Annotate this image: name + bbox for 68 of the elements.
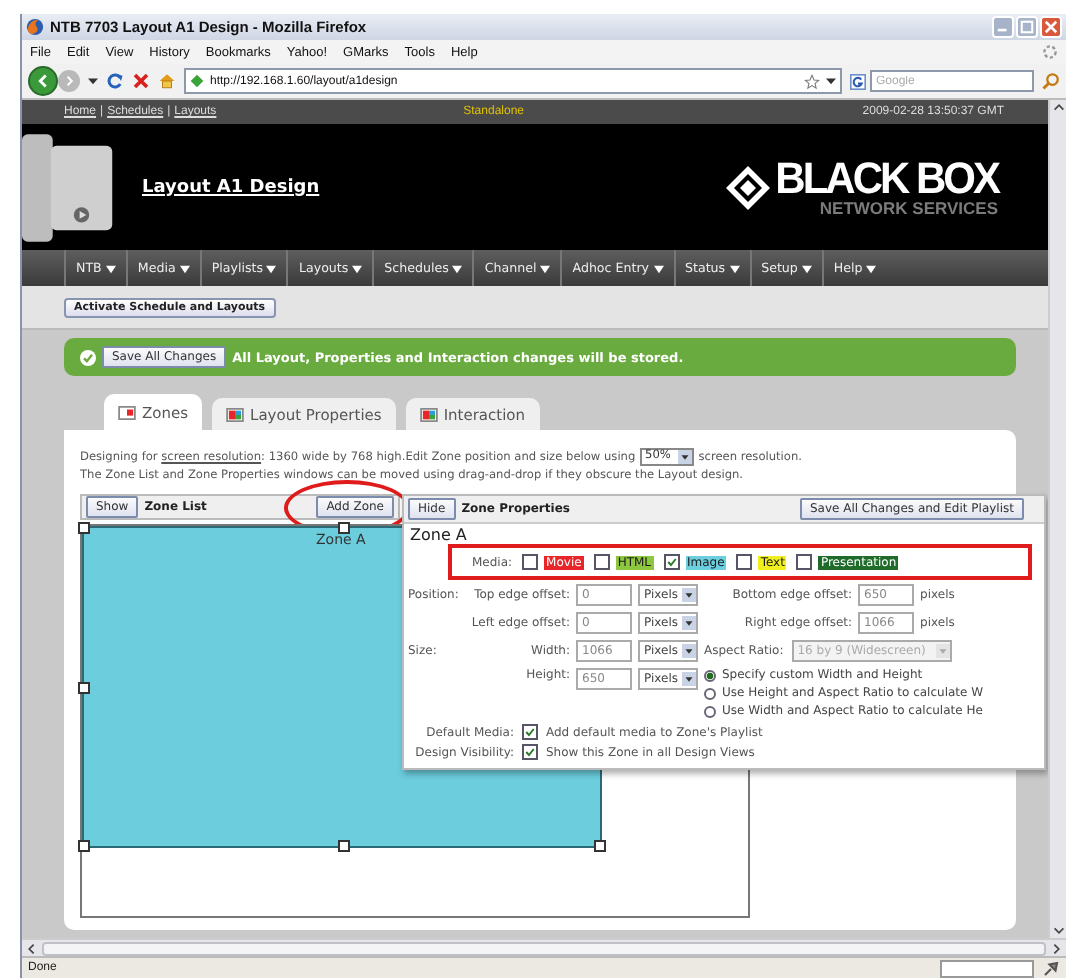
zone-name: Zone A bbox=[408, 524, 469, 545]
caret-icon bbox=[352, 263, 363, 273]
brand-name: BLACK BOX bbox=[775, 156, 998, 201]
stop-icon[interactable] bbox=[132, 72, 150, 90]
layout-icon bbox=[419, 407, 438, 421]
checkbox[interactable] bbox=[522, 724, 538, 741]
vertical-scrollbar[interactable] bbox=[1048, 100, 1066, 938]
back-button[interactable] bbox=[28, 66, 58, 96]
browser-logo-icon bbox=[26, 18, 44, 36]
dropdown-caret-icon[interactable] bbox=[826, 76, 836, 86]
search-icon[interactable] bbox=[1042, 72, 1060, 90]
resize-handle[interactable] bbox=[78, 682, 90, 695]
resize-handle[interactable] bbox=[338, 840, 350, 853]
checkmark-icon bbox=[665, 556, 678, 569]
home-icon[interactable] bbox=[158, 72, 176, 90]
caret-icon bbox=[682, 644, 696, 659]
search-engine-icon[interactable] bbox=[850, 73, 866, 89]
zone-properties-dialog[interactable] bbox=[402, 494, 1046, 771]
horizontal-scrollbar[interactable] bbox=[22, 938, 1066, 956]
caret-icon bbox=[266, 263, 277, 273]
caret-icon bbox=[452, 263, 463, 273]
caret-icon bbox=[105, 263, 116, 273]
checkbox[interactable] bbox=[522, 554, 539, 571]
radio-button[interactable] bbox=[704, 669, 716, 682]
caret-icon bbox=[801, 263, 812, 273]
layout-icon bbox=[118, 405, 136, 419]
caret-icon bbox=[682, 672, 696, 687]
caret-icon bbox=[866, 263, 877, 273]
brand-tagline: NETWORK SERVICES bbox=[819, 199, 998, 217]
caret-icon bbox=[682, 588, 696, 603]
maximize-icon bbox=[1020, 20, 1034, 34]
checkbox[interactable] bbox=[796, 554, 813, 571]
addon-icon bbox=[1042, 959, 1060, 977]
resize-handle[interactable] bbox=[78, 840, 90, 853]
check-icon bbox=[80, 349, 96, 365]
caret-icon bbox=[540, 263, 551, 273]
checkbox[interactable] bbox=[593, 554, 610, 571]
radio-button[interactable] bbox=[704, 705, 716, 718]
dropdown-caret-icon[interactable] bbox=[88, 76, 98, 86]
close-icon bbox=[1044, 20, 1058, 34]
close-button[interactable] bbox=[1040, 16, 1062, 38]
throbber-icon bbox=[1042, 44, 1058, 60]
checkbox[interactable] bbox=[663, 554, 680, 571]
resize-handle[interactable] bbox=[78, 522, 90, 535]
device-drawing bbox=[22, 133, 118, 241]
status-panel bbox=[940, 959, 1034, 977]
scroll-up-icon[interactable] bbox=[1051, 100, 1065, 114]
radio-button[interactable] bbox=[704, 687, 716, 700]
scroll-thumb[interactable] bbox=[42, 941, 1046, 955]
site-identity-icon bbox=[190, 74, 204, 88]
page-title-link[interactable]: Layout A1 Design bbox=[142, 177, 724, 197]
bookmark-star-icon[interactable] bbox=[804, 73, 820, 89]
scroll-left-icon[interactable] bbox=[24, 941, 38, 955]
caret-icon bbox=[678, 450, 693, 464]
caret-icon bbox=[682, 616, 696, 631]
caret-icon bbox=[653, 263, 664, 273]
caret-icon bbox=[935, 644, 950, 659]
layout-icon bbox=[226, 407, 245, 421]
brand-logo-icon bbox=[723, 163, 772, 211]
scroll-down-icon[interactable] bbox=[1051, 924, 1065, 938]
checkbox[interactable] bbox=[522, 744, 538, 761]
scroll-right-icon[interactable] bbox=[1050, 941, 1064, 955]
resize-handle[interactable] bbox=[594, 840, 606, 853]
resize-handle[interactable] bbox=[338, 522, 350, 535]
reload-icon[interactable] bbox=[106, 72, 124, 90]
caret-icon bbox=[179, 263, 190, 273]
caret-icon bbox=[729, 263, 740, 273]
checkbox[interactable] bbox=[736, 554, 753, 571]
